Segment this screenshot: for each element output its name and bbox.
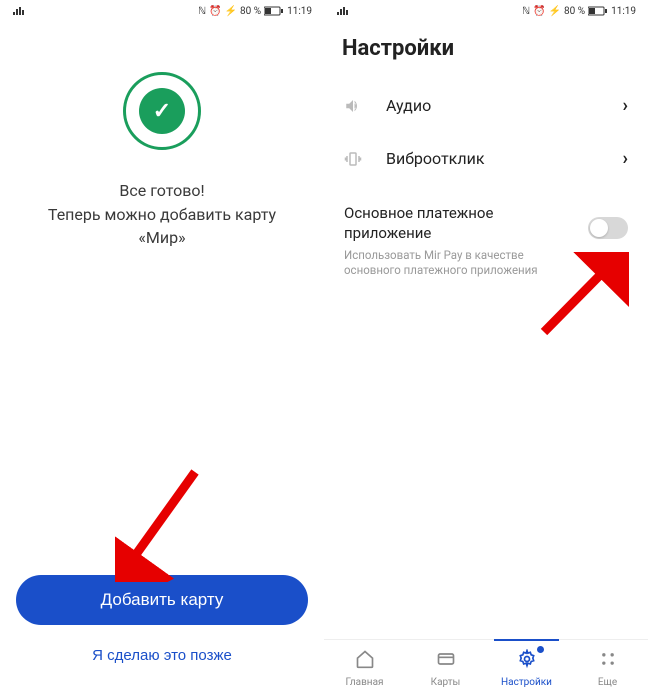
success-subtitle: Теперь можно добавить карту «Мир» <box>30 204 294 249</box>
success-icon: ✓ <box>123 72 201 150</box>
battery-pct: 80 % <box>564 6 585 17</box>
nav-more[interactable]: Еще <box>567 640 648 697</box>
clock: 11:19 <box>611 6 636 17</box>
bluetooth-icon: ⚡ <box>225 6 237 17</box>
row-label: Аудио <box>386 96 623 115</box>
default-app-toggle[interactable] <box>588 217 628 239</box>
default-app-subtitle: Использовать Mir Pay в качестве основног… <box>344 248 578 279</box>
bottom-nav: Главная Карты Настройки Еще <box>324 639 648 697</box>
bluetooth-icon: ⚡ <box>549 6 561 17</box>
clock: 11:19 <box>287 6 312 17</box>
chevron-right-icon: › <box>623 95 628 116</box>
alarm-icon: ⏰ <box>533 6 545 17</box>
alarm-icon: ⏰ <box>209 6 221 17</box>
settings-row-audio[interactable]: Аудио › <box>324 79 648 132</box>
screen-settings: ℕ ⏰ ⚡ 80 % 11:19 Настройки Аудио › Вибро… <box>324 0 648 697</box>
later-button[interactable]: Я сделаю это позже <box>16 637 308 673</box>
screen-success: ℕ ⏰ ⚡ 80 % 11:19 ✓ Все готово! Теперь мо… <box>0 0 324 697</box>
settings-row-vibration[interactable]: Виброотклик › <box>324 132 648 185</box>
nav-home[interactable]: Главная <box>324 640 405 697</box>
nav-settings[interactable]: Настройки <box>486 640 567 697</box>
page-title: Настройки <box>324 22 648 79</box>
nfc-icon: ℕ <box>522 6 530 17</box>
cards-icon <box>436 649 456 674</box>
add-card-button[interactable]: Добавить карту <box>16 575 308 625</box>
success-title: Все готово! <box>30 180 294 202</box>
default-app-title: Основное платежное приложение <box>344 203 578 244</box>
home-icon <box>355 649 375 674</box>
row-label: Виброотклик <box>386 149 623 168</box>
nfc-icon: ℕ <box>198 6 206 17</box>
nav-cards[interactable]: Карты <box>405 640 486 697</box>
notification-dot <box>537 646 544 653</box>
vibration-icon <box>344 150 368 168</box>
audio-icon <box>344 97 368 115</box>
chevron-right-icon: › <box>623 148 628 169</box>
gear-icon <box>517 649 537 674</box>
status-bar: ℕ ⏰ ⚡ 80 % 11:19 <box>324 0 648 22</box>
more-icon <box>598 649 618 674</box>
checkmark-icon: ✓ <box>153 99 171 124</box>
battery-pct: 80 % <box>240 6 261 17</box>
status-bar: ℕ ⏰ ⚡ 80 % 11:19 <box>0 0 324 22</box>
